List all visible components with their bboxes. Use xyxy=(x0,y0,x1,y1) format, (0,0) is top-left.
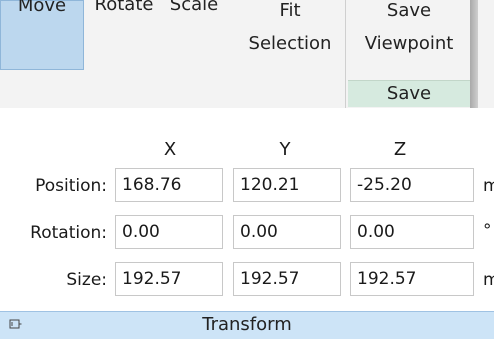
rotate-button-label: Rotate xyxy=(94,0,154,15)
rotation-x-field[interactable]: 0.00 xyxy=(115,215,223,249)
axis-header-z: Z xyxy=(393,139,407,160)
save-viewpoint-label-line1: Save xyxy=(386,0,432,21)
size-z-field[interactable]: 192.57 xyxy=(350,262,474,296)
fit-selection-label-line1: Fit xyxy=(279,0,301,21)
position-z-field[interactable]: -25.20 xyxy=(350,168,474,202)
position-x-field[interactable]: 168.76 xyxy=(115,168,223,202)
size-y-field[interactable]: 192.57 xyxy=(233,262,341,296)
rotation-y-field[interactable]: 0.00 xyxy=(233,215,341,249)
rotation-z-field[interactable]: 0.00 xyxy=(350,215,474,249)
move-button-label: Move xyxy=(17,0,67,16)
position-unit: m xyxy=(483,176,494,196)
rotate-button[interactable]: Rotate xyxy=(88,0,160,16)
size-unit: m xyxy=(483,270,494,290)
fit-selection-label-line2: Selection xyxy=(248,33,332,54)
position-label: Position: xyxy=(35,176,107,196)
rotation-unit: ° xyxy=(483,221,492,241)
transform-panel-header[interactable]: Transform xyxy=(0,311,494,339)
size-x-field[interactable]: 192.57 xyxy=(115,262,223,296)
ribbon: Move Rotate Scale Fit Selection Save Vie… xyxy=(0,0,494,108)
size-label: Size: xyxy=(66,270,107,290)
scale-button[interactable]: Scale xyxy=(163,0,225,16)
save-viewpoint-label-line2: Viewpoint xyxy=(364,33,454,54)
save-viewpoint-button[interactable]: Save Viewpoint xyxy=(348,0,470,60)
rotation-label: Rotation: xyxy=(30,223,107,243)
ribbon-scrollbar[interactable] xyxy=(470,0,478,108)
panel-title: Transform xyxy=(202,314,292,335)
axis-header-x: X xyxy=(163,139,177,160)
ribbon-separator xyxy=(345,0,346,108)
fit-selection-button[interactable]: Fit Selection xyxy=(240,0,340,60)
axis-header-y: Y xyxy=(279,139,291,160)
position-y-field[interactable]: 120.21 xyxy=(233,168,341,202)
scale-button-label: Scale xyxy=(169,0,219,15)
save-group-label: Save xyxy=(348,80,470,107)
save-group: Save Viewpoint Save xyxy=(348,0,470,108)
move-button[interactable]: Move xyxy=(0,0,84,70)
